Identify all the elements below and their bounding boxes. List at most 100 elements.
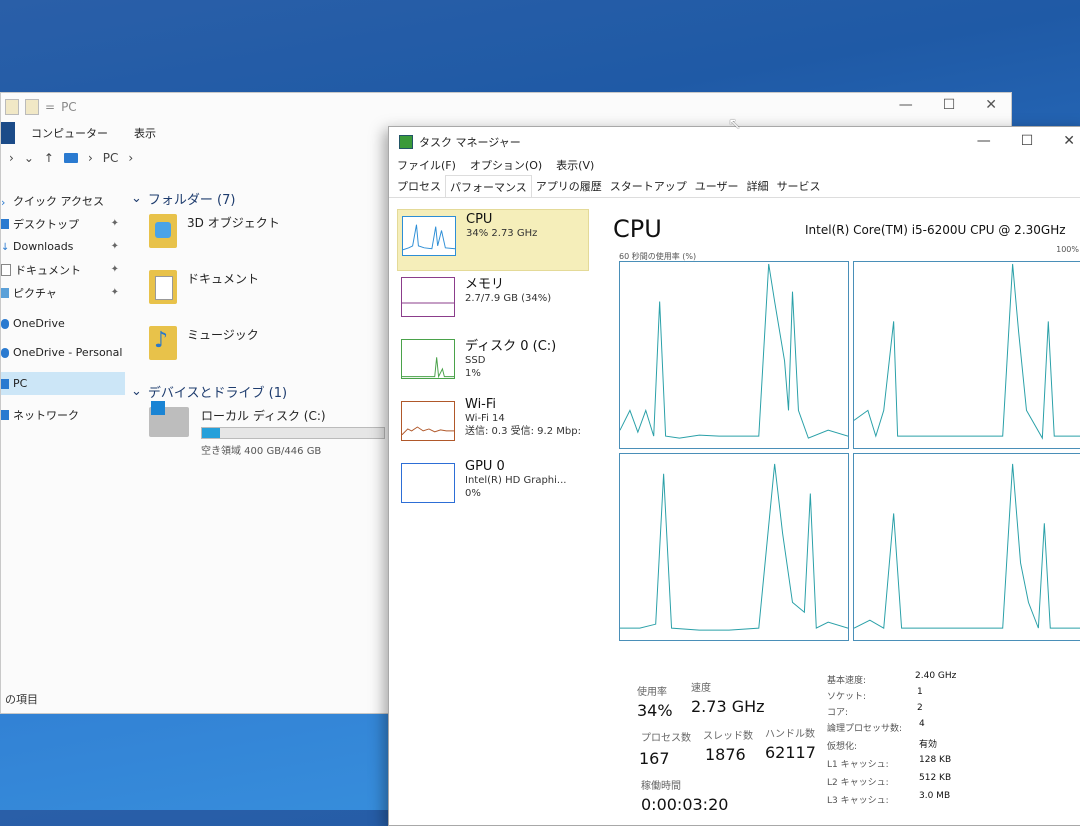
drive-usage-fill: [202, 428, 221, 438]
resource-cpu[interactable]: CPU 34% 2.73 GHz: [397, 209, 589, 271]
nav-label: クイック アクセス: [13, 194, 104, 208]
tab-app-history[interactable]: アプリの履歴: [532, 175, 606, 197]
cloud-icon: [1, 318, 9, 329]
folder-label: ドキュメント: [187, 272, 260, 286]
disk-graph-icon: [401, 339, 455, 379]
nav-item-onedrive[interactable]: OneDrive: [1, 312, 125, 335]
spec-value: 1: [917, 687, 923, 697]
cpu-core-graph: [619, 453, 849, 641]
maximize-button[interactable]: ☐: [943, 97, 956, 113]
breadcrumb-arrow-icon[interactable]: ›: [88, 151, 93, 165]
up-arrow-icon[interactable]: ↑: [44, 151, 54, 165]
pc-icon: [63, 153, 78, 163]
speed-value: 2.73 GHz: [691, 697, 765, 716]
star-icon: ›: [1, 195, 6, 209]
close-button[interactable]: ✕: [1063, 133, 1075, 149]
cpu-core-graph: [853, 261, 1080, 449]
tab-users[interactable]: ユーザー: [691, 175, 743, 197]
spec-key: L2 キャッシュ:: [827, 778, 889, 788]
resource-disk[interactable]: ディスク 0 (C:) SSD 1%: [397, 333, 589, 395]
wifi-graph-icon: [401, 401, 455, 441]
processes-label: プロセス数: [641, 733, 691, 744]
spec-key: ソケット:: [827, 692, 867, 702]
chevron-down-icon: ⌄: [131, 384, 142, 399]
hard-drive-icon: [149, 401, 189, 437]
nav-item-network[interactable]: ネットワーク: [1, 403, 125, 426]
threads-label: スレッド数: [703, 731, 753, 742]
maximize-button[interactable]: ☐: [1021, 133, 1034, 149]
cpu-graph-icon: [402, 216, 456, 256]
tab-performance[interactable]: パフォーマンス: [445, 175, 532, 197]
task-manager-menu: ファイル(F) オプション(O) 表示(V): [389, 157, 1080, 175]
resource-list: CPU 34% 2.73 GHz メモリ 2.7/7.9 GB (34%) ディスク…: [397, 209, 589, 519]
pin-icon: ✦: [110, 218, 119, 229]
ribbon-tab-computer[interactable]: コンピューター: [31, 125, 108, 141]
drive-name: ローカル ディスク (C:): [201, 409, 326, 423]
3d-objects-folder-icon: [149, 214, 177, 248]
uptime-label: 稼働時間: [641, 781, 681, 792]
menu-options[interactable]: オプション(O): [470, 157, 542, 175]
spec-key: L3 キャッシュ:: [827, 796, 889, 806]
resource-name: CPU: [466, 212, 493, 227]
close-button[interactable]: ✕: [985, 97, 997, 113]
nav-item-pc[interactable]: PC: [1, 372, 125, 395]
gpu-graph-icon: [401, 463, 455, 503]
tab-details[interactable]: 詳細: [743, 175, 773, 197]
tab-startup[interactable]: スタートアップ: [606, 175, 691, 197]
nav-item-desktop[interactable]: デスクトップ ✦: [1, 212, 125, 235]
breadcrumb-pc[interactable]: PC: [103, 151, 119, 165]
resource-gpu[interactable]: GPU 0 Intel(R) HD Graphi... 0%: [397, 457, 589, 519]
cloud-icon: [1, 347, 9, 358]
new-folder-icon[interactable]: [25, 99, 39, 115]
task-manager-window-controls: — ☐ ✕: [977, 133, 1075, 149]
nav-item-downloads[interactable]: ↓ Downloads ✦: [1, 235, 125, 258]
cpu-model: Intel(R) Core(TM) i5-6200U CPU @ 2.30GHz: [805, 223, 1066, 237]
menu-view[interactable]: 表示(V): [556, 157, 594, 175]
ribbon-tab-view[interactable]: 表示: [134, 125, 156, 141]
resource-memory[interactable]: メモリ 2.7/7.9 GB (34%): [397, 271, 589, 333]
nav-item-quick-access[interactable]: › クイック アクセス: [1, 189, 125, 212]
recent-locations-icon[interactable]: ⌄: [24, 151, 34, 165]
minimize-button[interactable]: —: [899, 97, 913, 113]
tab-services[interactable]: サービス: [773, 175, 825, 197]
download-icon: ↓: [1, 241, 10, 253]
tab-processes[interactable]: プロセス: [393, 175, 445, 197]
spec-value: 2.40 GHz: [915, 671, 957, 681]
resource-wifi[interactable]: Wi-Fi Wi-Fi 14 送信: 0.3 受信: 9.2 Mbp:: [397, 395, 589, 457]
file-tab[interactable]: [1, 122, 15, 144]
nav-label: デスクトップ: [13, 217, 79, 231]
spec-value: 4: [919, 719, 925, 729]
nav-item-documents[interactable]: ドキュメント ✦: [1, 258, 125, 281]
pin-icon: ✦: [110, 264, 119, 275]
spec-key: 基本速度:: [827, 676, 867, 686]
resource-name: ディスク 0 (C:): [465, 339, 557, 354]
resource-name: メモリ: [465, 277, 505, 292]
chevron-down-icon[interactable]: ›: [9, 151, 14, 165]
properties-icon[interactable]: [5, 99, 19, 115]
spec-value: 3.0 MB: [919, 791, 951, 801]
minimize-button[interactable]: —: [977, 133, 991, 149]
cpu-detail-panel: CPU Intel(R) Core(TM) i5-6200U CPU @ 2.3…: [613, 215, 1080, 641]
explorer-window-controls: — ☐ ✕: [899, 97, 997, 113]
menu-file[interactable]: ファイル(F): [397, 157, 456, 175]
document-icon: [1, 263, 11, 276]
resource-detail: 1%: [465, 368, 481, 379]
uptime-value: 0:00:03:20: [641, 795, 729, 814]
documents-folder-icon: [149, 270, 177, 304]
nav-item-onedrive-personal[interactable]: OneDrive - Personal: [1, 341, 125, 364]
breadcrumb-arrow-icon[interactable]: ›: [128, 151, 133, 165]
spec-value: 512 KB: [919, 773, 952, 783]
customize-toolbar-icon[interactable]: =: [45, 100, 55, 114]
nav-label: ピクチャ: [13, 286, 57, 300]
chevron-down-icon: ⌄: [131, 191, 142, 206]
folders-header-label: フォルダー (7): [147, 193, 236, 208]
cpu-core-graph: [619, 261, 849, 449]
spec-key: 仮想化:: [827, 742, 858, 752]
nav-item-pictures[interactable]: ピクチャ ✦: [1, 281, 125, 304]
spec-value: 128 KB: [919, 755, 952, 765]
handles-label: ハンドル数: [765, 729, 815, 740]
music-folder-icon: [149, 326, 177, 360]
resource-detail: Wi-Fi 14: [465, 413, 505, 424]
resource-detail: 2.7/7.9 GB (34%): [465, 293, 552, 304]
usage-value: 34%: [637, 701, 673, 720]
